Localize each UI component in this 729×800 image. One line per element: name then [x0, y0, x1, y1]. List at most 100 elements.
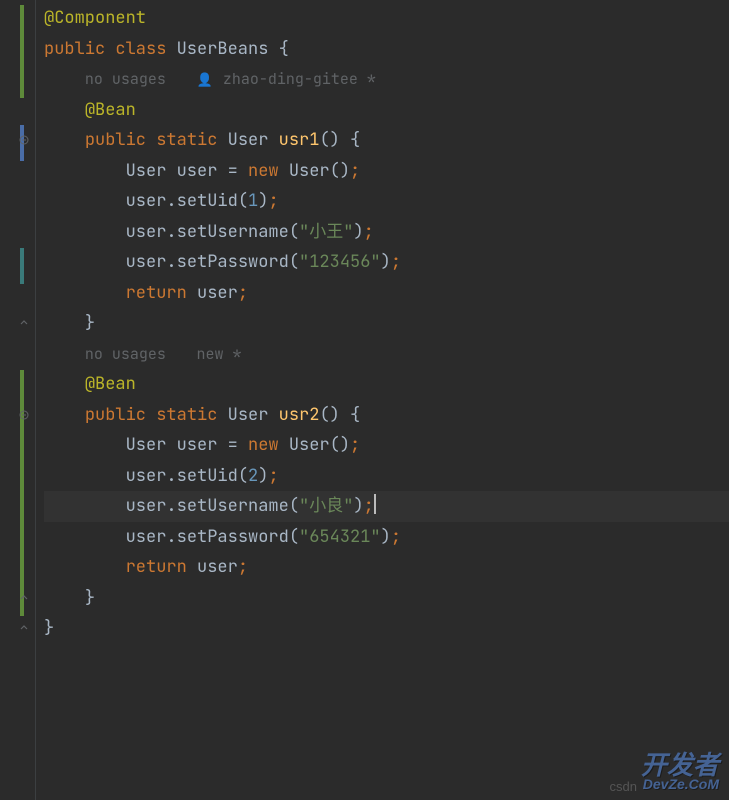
token-punct: . — [166, 495, 176, 517]
token-method-call: setUid — [177, 190, 238, 212]
author-hint: new * — [196, 344, 241, 364]
token-identifier: user — [126, 190, 167, 212]
token-annotation: @Bean — [85, 373, 136, 395]
token-punct: ( — [289, 251, 299, 273]
token-keyword: public — [44, 38, 115, 60]
token-punct: () { — [319, 404, 360, 426]
token-semicolon: ; — [364, 495, 374, 517]
code-line[interactable]: public class UserBeans { — [44, 34, 729, 65]
author-hint: zhao-ding-gitee * — [223, 69, 376, 89]
code-area[interactable]: @Component public class UserBeans { no us… — [28, 0, 729, 800]
token-punct: ( — [289, 526, 299, 548]
token-classname: User — [126, 434, 177, 456]
code-line[interactable]: @Bean — [44, 95, 729, 126]
token-number: 2 — [248, 465, 258, 487]
token-method-call: setUid — [177, 465, 238, 487]
token-punct: ) — [258, 465, 268, 487]
code-line[interactable]: no usages new * — [44, 339, 729, 370]
token-punct: ( — [289, 495, 299, 517]
token-punct: ( — [238, 190, 248, 212]
code-line[interactable]: user.setUid(2); — [44, 461, 729, 492]
code-line[interactable]: @Component — [44, 3, 729, 34]
token-identifier: user — [126, 251, 167, 273]
text-caret — [374, 494, 376, 514]
token-punct: . — [166, 465, 176, 487]
token-punct: ) — [381, 526, 391, 548]
code-line[interactable]: } — [44, 613, 729, 644]
token-keyword: class — [115, 38, 176, 60]
code-line[interactable]: public static User usr1() { — [44, 125, 729, 156]
token-string: "小王" — [299, 221, 353, 243]
token-identifier: User — [289, 160, 330, 182]
token-punct: () { — [319, 129, 360, 151]
code-line[interactable]: public static User usr2() { — [44, 400, 729, 431]
code-editor[interactable]: @Component public class UserBeans { no us… — [0, 0, 729, 800]
code-line[interactable]: User user = new User(); — [44, 156, 729, 187]
token-identifier: user — [126, 495, 167, 517]
token-punct: . — [166, 221, 176, 243]
token-punct: { — [279, 38, 289, 60]
token-classname: User — [126, 160, 177, 182]
usage-hint: no usages — [85, 344, 166, 364]
code-line[interactable]: @Bean — [44, 369, 729, 400]
token-keyword: public — [85, 404, 156, 426]
token-punct: } — [85, 312, 95, 334]
token-semicolon: ; — [238, 556, 248, 578]
code-line[interactable]: return user; — [44, 278, 729, 309]
token-keyword: return — [126, 556, 197, 578]
code-line[interactable]: return user; — [44, 552, 729, 583]
token-keyword: public — [85, 129, 156, 151]
code-line[interactable]: user.setPassword("123456"); — [44, 247, 729, 278]
token-punct: ) — [353, 221, 363, 243]
code-line[interactable]: } — [44, 308, 729, 339]
token-classname: User — [228, 129, 279, 151]
token-keyword: static — [156, 129, 227, 151]
token-method-call: setPassword — [177, 251, 289, 273]
token-keyword: static — [156, 404, 227, 426]
token-semicolon: ; — [364, 221, 374, 243]
code-line[interactable]: } — [44, 583, 729, 614]
token-identifier: user — [177, 434, 228, 456]
token-keyword: new — [248, 160, 289, 182]
usage-hint: no usages — [85, 69, 166, 89]
token-semicolon: ; — [350, 160, 360, 182]
token-semicolon: ; — [391, 526, 401, 548]
token-semicolon: ; — [268, 190, 278, 212]
code-line[interactable]: no usages 👤 zhao-ding-gitee * — [44, 64, 729, 95]
token-method-call: setUsername — [177, 495, 289, 517]
token-annotation: @Component — [44, 7, 146, 29]
token-punct: . — [166, 251, 176, 273]
token-method-call: setUsername — [177, 221, 289, 243]
token-semicolon: ; — [391, 251, 401, 273]
token-identifier: user — [126, 221, 167, 243]
token-identifier: user — [177, 160, 228, 182]
token-keyword: return — [126, 282, 197, 304]
token-method-call: setPassword — [177, 526, 289, 548]
token-string: "小良" — [299, 495, 353, 517]
code-line[interactable]: user.setUid(1); — [44, 186, 729, 217]
token-punct: ) — [381, 251, 391, 273]
token-punct: } — [85, 587, 95, 609]
token-punct: . — [166, 526, 176, 548]
token-method-decl: usr2 — [279, 404, 320, 426]
person-icon: 👤 — [196, 71, 212, 88]
token-punct: = — [228, 160, 248, 182]
token-punct: ) — [258, 190, 268, 212]
token-semicolon: ; — [238, 282, 248, 304]
code-line[interactable]: User user = new User(); — [44, 430, 729, 461]
token-semicolon: ; — [268, 465, 278, 487]
vcs-change-stripe — [20, 370, 24, 616]
token-punct: } — [44, 617, 54, 639]
token-punct: ( — [289, 221, 299, 243]
token-identifier: user — [126, 465, 167, 487]
token-punct: = — [228, 434, 248, 456]
token-number: 1 — [248, 190, 258, 212]
code-line[interactable]: user.setUsername("小王"); — [44, 217, 729, 248]
editor-gutter — [0, 0, 28, 800]
code-line[interactable]: user.setPassword("654321"); — [44, 522, 729, 553]
code-line[interactable]: user.setUsername("小良"); — [44, 491, 729, 522]
token-annotation: @Bean — [85, 99, 136, 121]
token-string: "654321" — [299, 526, 381, 548]
token-identifier: UserBeans — [177, 38, 279, 60]
token-punct: . — [166, 190, 176, 212]
